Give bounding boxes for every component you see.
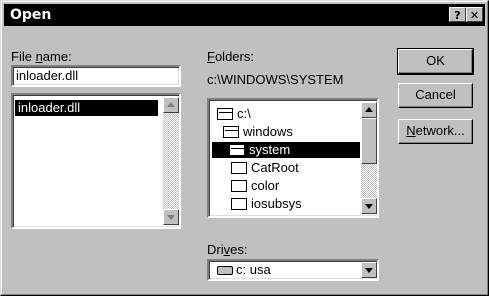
folder-scroll-down-button[interactable] bbox=[361, 198, 377, 214]
scroll-up-arrow-icon bbox=[167, 102, 175, 107]
close-icon: ✕ bbox=[469, 9, 480, 22]
dropdown-arrow-icon bbox=[365, 268, 373, 273]
file-name-label: File name: bbox=[11, 49, 72, 64]
folder-scroll-thumb[interactable] bbox=[361, 118, 377, 164]
file-list[interactable]: inloader.dll bbox=[11, 93, 181, 229]
open-folder-icon bbox=[217, 107, 233, 120]
list-item[interactable]: inloader.dll bbox=[15, 100, 158, 116]
drives-dropdown-button[interactable] bbox=[361, 262, 377, 278]
folder-icon bbox=[231, 161, 247, 174]
folder-item-system[interactable]: system bbox=[212, 142, 360, 158]
scroll-up-arrow-icon bbox=[365, 107, 373, 112]
file-list-scrollbar[interactable] bbox=[163, 97, 179, 225]
current-folder-path: c:\WINDOWS\SYSTEM bbox=[207, 72, 344, 87]
folder-tree[interactable]: c:\ windows system CatRoot color iosubsy… bbox=[207, 98, 379, 218]
cancel-button[interactable]: Cancel bbox=[398, 83, 473, 108]
title-bar[interactable]: Open ? ✕ bbox=[4, 4, 485, 26]
folder-item-iosubsys[interactable]: iosubsys bbox=[231, 196, 302, 212]
folder-icon bbox=[231, 197, 247, 210]
folder-item-color[interactable]: color bbox=[231, 178, 279, 194]
ok-button[interactable]: OK bbox=[397, 48, 474, 75]
scroll-up-button[interactable] bbox=[163, 97, 179, 113]
open-folder-icon bbox=[223, 125, 239, 138]
drive-icon bbox=[217, 266, 233, 275]
close-button[interactable]: ✕ bbox=[466, 7, 483, 22]
folders-label: Folders: bbox=[207, 49, 254, 64]
drives-label: Drives: bbox=[207, 242, 248, 257]
drives-dropdown[interactable]: c: usa bbox=[207, 259, 379, 281]
file-name-input[interactable]: inloader.dll bbox=[11, 65, 181, 87]
window-title: Open bbox=[10, 7, 52, 23]
help-icon: ? bbox=[454, 9, 461, 22]
open-folder-icon bbox=[229, 143, 245, 156]
open-dialog: Open ? ✕ File name: inloader.dll inloade… bbox=[0, 0, 489, 296]
network-button[interactable]: Network... bbox=[398, 119, 473, 144]
drives-value: c: usa bbox=[236, 262, 271, 277]
folder-tree-scrollbar[interactable] bbox=[361, 102, 377, 214]
folder-item-catroot[interactable]: CatRoot bbox=[231, 160, 299, 176]
folder-item-windows[interactable]: windows bbox=[223, 124, 293, 140]
folder-item-c[interactable]: c:\ bbox=[217, 106, 251, 122]
scroll-down-arrow-icon bbox=[365, 204, 373, 209]
folder-scroll-up-button[interactable] bbox=[361, 102, 377, 118]
scroll-down-button[interactable] bbox=[163, 209, 179, 225]
help-button[interactable]: ? bbox=[449, 7, 466, 22]
scroll-down-arrow-icon bbox=[167, 215, 175, 220]
folder-icon bbox=[231, 179, 247, 192]
